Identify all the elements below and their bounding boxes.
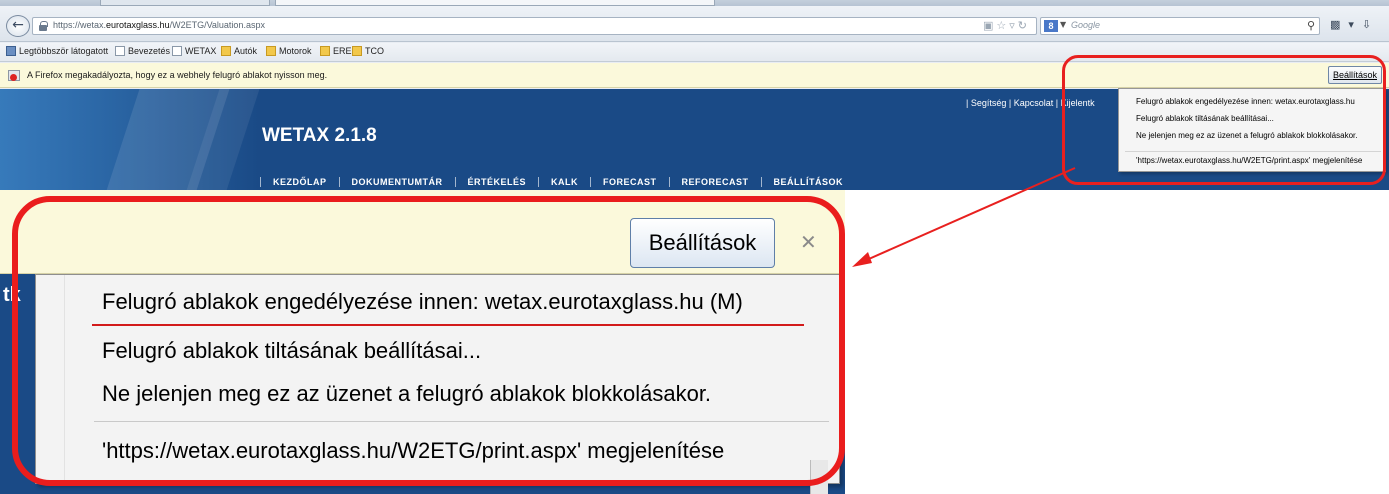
popup-blocked-icon xyxy=(8,70,20,81)
url-bar-icons[interactable]: ▣☆▿↻ xyxy=(983,19,1030,32)
lock-icon xyxy=(39,21,48,31)
bookmark-bevezetes[interactable]: Bevezetés xyxy=(115,46,170,56)
notification-text: A Firefox megakadályozta, hogy ez a webh… xyxy=(27,70,328,80)
nav-tools: ▩▾⇩ xyxy=(1330,18,1379,31)
bookmark-wetax[interactable]: WETAX xyxy=(172,46,216,56)
feed-icon[interactable]: ▣ xyxy=(983,19,996,32)
reload-icon[interactable]: ↻ xyxy=(1018,19,1030,32)
most-visited-icon xyxy=(6,46,16,56)
menu-item-forecast[interactable]: FORECAST xyxy=(590,177,669,187)
back-button[interactable]: ← xyxy=(6,15,30,37)
search-bar[interactable]: 8 ▼ Google ⚲ xyxy=(1040,17,1320,35)
folder-icon xyxy=(320,46,330,56)
bookmark-motorok[interactable]: Motorok xyxy=(266,46,312,56)
search-icon[interactable]: ⚲ xyxy=(1307,19,1315,32)
menu-item-dokumentumtar[interactable]: DOKUMENTUMTÁR xyxy=(338,177,455,187)
folder-icon xyxy=(221,46,231,56)
star-icon[interactable]: ☆ xyxy=(996,19,1009,32)
menu-item-kezdolap[interactable]: KEZDŐLAP xyxy=(260,177,339,187)
site-title: WETAX 2.1.8 xyxy=(262,125,377,146)
site-main-menu: KEZDŐLAP DOKUMENTUMTÁR ÉRTÉKELÉS KALK FORECA… xyxy=(260,177,855,187)
navigation-bar: ← https://wetax.eurotaxglass.hu/W2ETG/Va… xyxy=(0,6,1389,42)
url-text: https://wetax.eurotaxglass.hu/W2ETG/Valu… xyxy=(53,20,265,30)
search-placeholder: Google xyxy=(1071,20,1101,30)
menu-item-reforecast[interactable]: REFORECAST xyxy=(668,177,761,187)
bookmark-autok[interactable]: Autók xyxy=(221,46,257,56)
back-arrow-icon: ← xyxy=(12,17,24,33)
bookmark-most-visited[interactable]: Legtöbbször látogatott xyxy=(6,46,108,56)
menu-item-kalk[interactable]: KALK xyxy=(538,177,590,187)
bookmarks-menu-icon[interactable]: ▩▾ xyxy=(1330,18,1362,31)
menu-item-ertekeles[interactable]: ÉRTÉKELÉS xyxy=(454,177,539,187)
chevron-down-icon[interactable]: ▼ xyxy=(1060,20,1066,29)
bookmark-ere[interactable]: ERE xyxy=(320,46,352,56)
folder-icon xyxy=(352,46,362,56)
download-icon[interactable]: ⇩ xyxy=(1362,18,1379,31)
page-icon xyxy=(172,46,182,56)
url-bar[interactable]: https://wetax.eurotaxglass.hu/W2ETG/Valu… xyxy=(32,17,1037,35)
search-engine-icon[interactable]: 8 xyxy=(1044,20,1058,32)
menu-item-beallitasok[interactable]: BEÁLLÍTÁSOK xyxy=(760,177,856,187)
arrowhead-icon xyxy=(852,252,872,267)
page-icon xyxy=(115,46,125,56)
dropdown-icon[interactable]: ▿ xyxy=(1009,19,1018,32)
annotation-circle-small xyxy=(1062,55,1386,185)
bookmark-tco[interactable]: TCO xyxy=(352,46,384,56)
annotation-circle-large xyxy=(12,196,845,486)
folder-icon xyxy=(266,46,276,56)
